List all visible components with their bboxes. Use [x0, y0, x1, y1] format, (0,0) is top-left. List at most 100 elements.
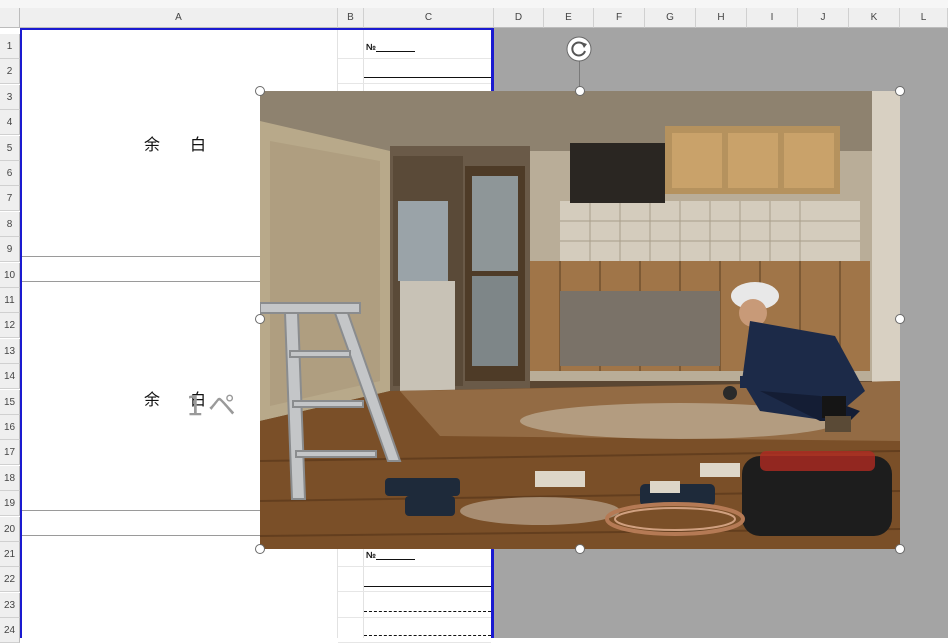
photo-illustration [260, 91, 900, 549]
column-header-F[interactable]: F [594, 8, 645, 28]
underline [376, 51, 415, 52]
column-header-label: J [820, 12, 826, 23]
row-header-label: 3 [6, 91, 13, 103]
rotate-handle-icon[interactable] [566, 36, 592, 62]
row-header-7[interactable]: 7 [0, 186, 20, 211]
column-header-A[interactable]: A [20, 8, 338, 28]
grid-row-line [338, 617, 491, 618]
page-break-watermark: 1ペ [186, 389, 240, 422]
row-header-3[interactable]: 3 [0, 85, 20, 110]
column-header-label: E [565, 12, 572, 23]
row-header-9[interactable]: 9 [0, 237, 20, 262]
row-header-label: 2 [6, 65, 13, 77]
resize-handle-top[interactable] [575, 86, 585, 96]
row-header-label: 9 [6, 243, 13, 255]
resize-handle-left[interactable] [255, 314, 265, 324]
column-header-label: D [514, 12, 523, 23]
column-header-label: L [920, 12, 927, 23]
cell-dashed-line [364, 611, 491, 612]
grid-row-line [338, 83, 491, 84]
row-header-label: 10 [3, 269, 16, 281]
underline [376, 559, 415, 560]
row-header-19[interactable]: 19 [0, 491, 20, 516]
row-header-label: 6 [6, 167, 13, 179]
row-header-label: 16 [3, 421, 16, 433]
row-header-24[interactable]: 24 [0, 618, 20, 643]
cell-border-line [364, 77, 491, 78]
row-header-4[interactable]: 4 [0, 110, 20, 135]
row-header-16[interactable]: 16 [0, 415, 20, 440]
row-header-6[interactable]: 6 [0, 161, 20, 186]
column-header-L[interactable]: L [900, 8, 948, 28]
cell-no-label-bottom[interactable]: № [366, 550, 376, 560]
column-header-I[interactable]: I [747, 8, 798, 28]
column-header-B[interactable]: B [338, 8, 364, 28]
resize-handle-top-left[interactable] [255, 86, 265, 96]
row-header-5[interactable]: 5 [0, 136, 20, 161]
row-header-label: 22 [3, 573, 16, 585]
row-header-label: 20 [3, 523, 16, 535]
print-area-left-border [20, 28, 22, 638]
column-header-K[interactable]: K [849, 8, 900, 28]
cell-no-label-top[interactable]: № [366, 42, 376, 52]
column-header-H[interactable]: H [696, 8, 747, 28]
column-header-C[interactable]: C [364, 8, 494, 28]
top-toolbar-strip [0, 0, 948, 8]
grid-row-line [338, 566, 491, 567]
resize-handle-bottom[interactable] [575, 544, 585, 554]
column-header-label: H [717, 12, 725, 23]
row-header-label: 12 [3, 319, 16, 331]
column-header-label: A [175, 12, 182, 23]
row-header-8[interactable]: 8 [0, 212, 20, 237]
row-header-17[interactable]: 17 [0, 440, 20, 465]
row-header-18[interactable]: 18 [0, 466, 20, 491]
row-header-label: 4 [6, 116, 13, 128]
row-header-label: 8 [6, 218, 13, 230]
row-header-label: 23 [3, 599, 16, 611]
row-header-23[interactable]: 23 [0, 593, 20, 618]
row-header-22[interactable]: 22 [0, 567, 20, 592]
row-header-label: 14 [3, 370, 16, 382]
row-header-label: 1 [6, 40, 13, 52]
row-header-14[interactable]: 14 [0, 364, 20, 389]
column-header-E[interactable]: E [544, 8, 594, 28]
column-header-J[interactable]: J [798, 8, 849, 28]
column-header-label: G [666, 12, 674, 23]
row-header-label: 19 [3, 497, 16, 509]
cell-yohaku-top[interactable]: 余白 [144, 131, 236, 155]
row-header-21[interactable]: 21 [0, 542, 20, 567]
resize-handle-bottom-right[interactable] [895, 544, 905, 554]
row-header-label: 13 [3, 345, 16, 357]
resize-handle-top-right[interactable] [895, 86, 905, 96]
resize-handle-right[interactable] [895, 314, 905, 324]
row-header-label: 7 [6, 192, 13, 204]
cell-dashed-line [364, 635, 491, 636]
column-header-label: I [770, 12, 774, 23]
print-area-top-border [20, 28, 494, 30]
row-header-1[interactable]: 1 [0, 34, 20, 59]
row-header-label: 15 [3, 396, 16, 408]
row-header-12[interactable]: 12 [0, 313, 20, 338]
row-header-11[interactable]: 11 [0, 288, 20, 313]
column-header-label: B [347, 12, 354, 23]
resize-handle-bottom-left[interactable] [255, 544, 265, 554]
row-header-13[interactable]: 13 [0, 339, 20, 364]
row-header-label: 11 [4, 294, 15, 306]
row-header-label: 5 [6, 142, 13, 154]
column-header-G[interactable]: G [645, 8, 696, 28]
row-header-15[interactable]: 15 [0, 390, 20, 415]
row-header-2[interactable]: 2 [0, 59, 20, 84]
grid-row-line [338, 58, 491, 59]
grid-row-line [338, 591, 491, 592]
column-header-label: K [870, 12, 878, 23]
row-header-20[interactable]: 20 [0, 517, 20, 542]
column-header-D[interactable]: D [494, 8, 544, 28]
select-all-corner[interactable] [0, 8, 20, 28]
row-header-label: 17 [3, 446, 16, 458]
cell-border-line [364, 586, 491, 587]
row-header-label: 18 [3, 472, 16, 484]
row-header-10[interactable]: 10 [0, 263, 20, 288]
renovation-worker-kitchen-photo[interactable] [260, 91, 900, 549]
column-header-label: C [424, 12, 433, 23]
column-header-label: F [615, 12, 623, 23]
